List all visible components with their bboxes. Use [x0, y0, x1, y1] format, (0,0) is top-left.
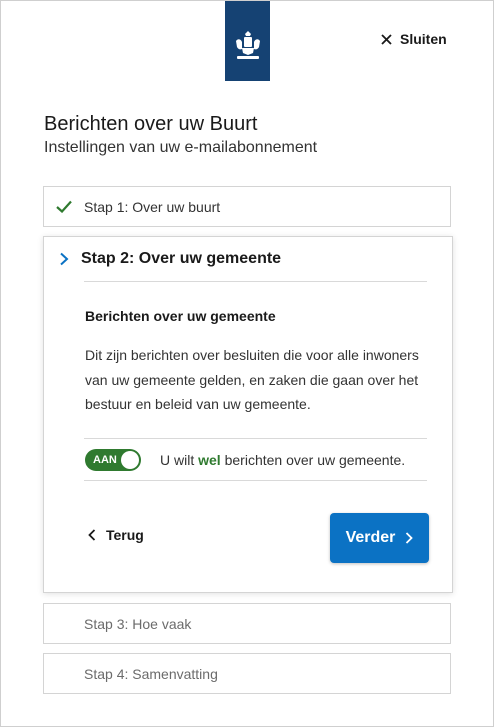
- step-3-item[interactable]: Stap 3: Hoe vaak: [43, 603, 451, 644]
- coat-of-arms-icon: [235, 31, 260, 59]
- close-label: Sluiten: [400, 31, 447, 47]
- back-button[interactable]: Terug: [88, 527, 144, 543]
- chevron-left-icon: [88, 529, 96, 541]
- step-2-label: Stap 2: Over uw gemeente: [81, 250, 282, 267]
- chevron-right-icon: [406, 532, 414, 544]
- step-2-header[interactable]: Stap 2: Over uw gemeente: [59, 250, 281, 268]
- divider: [84, 281, 427, 282]
- back-label: Terug: [106, 527, 144, 543]
- toggle-text-before: U wilt: [160, 451, 199, 468]
- toggle-state-label: AAN: [93, 453, 117, 466]
- step-1-item[interactable]: Stap 1: Over uw buurt: [43, 186, 451, 227]
- rijksoverheid-logo: [225, 1, 270, 81]
- next-button[interactable]: Verder: [330, 513, 429, 563]
- section-title: Berichten over uw gemeente: [85, 308, 276, 324]
- section-description: Dit zijn berichten over besluiten die vo…: [85, 347, 419, 412]
- step-2-panel: Stap 2: Over uw gemeente Berichten over …: [43, 236, 453, 593]
- step-4-label: Stap 4: Samenvatting: [84, 665, 218, 682]
- close-button[interactable]: Sluiten: [381, 31, 447, 47]
- checkmark-icon: [56, 200, 72, 213]
- close-icon: [381, 33, 392, 45]
- toggle-knob: [121, 450, 139, 469]
- page-subtitle: Instellingen van uw e-mailabonnement: [44, 139, 318, 156]
- step-3-label: Stap 3: Hoe vaak: [84, 615, 192, 632]
- next-label: Verder: [345, 529, 396, 546]
- toggle-text-emphasis: wel: [198, 451, 221, 468]
- toggle-text-after: berichten over uw gemeente.: [220, 451, 406, 468]
- chevron-right-icon: [60, 252, 69, 266]
- step-4-item[interactable]: Stap 4: Samenvatting: [43, 653, 451, 694]
- gemeente-toggle-row: AAN U wilt wel berichten over uw gemeent…: [84, 438, 427, 481]
- page-title: Berichten over uw Buurt: [44, 113, 258, 135]
- step-1-label: Stap 1: Over uw buurt: [84, 198, 221, 215]
- toggle-description: U wilt wel berichten over uw gemeente.: [160, 452, 405, 468]
- gemeente-toggle[interactable]: AAN: [85, 448, 141, 471]
